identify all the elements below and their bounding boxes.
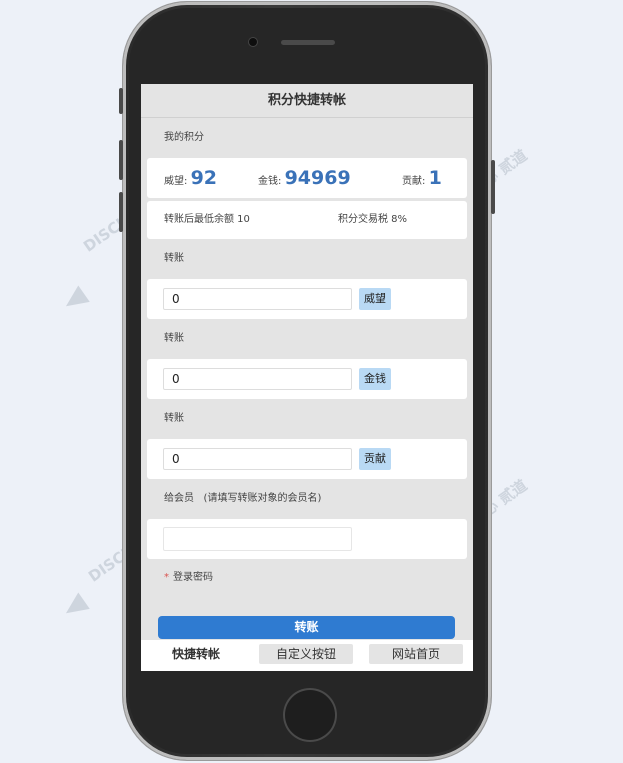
- transfer-row-money: 0 金钱: [147, 359, 467, 399]
- mute-switch: [119, 88, 123, 114]
- money-unit-button[interactable]: 金钱: [359, 368, 391, 390]
- power-button: [491, 160, 495, 214]
- page-title: 积分快捷转帐: [141, 84, 473, 118]
- contribution-amount-input[interactable]: 0: [163, 448, 352, 470]
- transfer-row-prestige: 0 威望: [147, 279, 467, 319]
- member-name-input[interactable]: [163, 527, 352, 551]
- transfer-label: 转账: [141, 239, 473, 279]
- money-value: 94969: [284, 167, 351, 189]
- watermark-logo-icon: [60, 592, 90, 622]
- watermark-logo-icon: [60, 285, 90, 315]
- bottom-tabbar: 快捷转帐 自定义按钮 网站首页: [141, 640, 473, 671]
- transfer-submit-button[interactable]: 转账: [158, 616, 455, 639]
- prestige-amount-input[interactable]: 0: [163, 288, 352, 310]
- home-button[interactable]: [283, 688, 337, 742]
- speaker-grille: [281, 40, 335, 45]
- volume-down-button: [119, 192, 123, 232]
- prestige-unit-button[interactable]: 威望: [359, 288, 391, 310]
- member-hint: (请填写转账对象的会员名): [203, 493, 322, 504]
- transfer-label: 转账: [141, 319, 473, 359]
- app-screen: 积分快捷转帐 我的积分 威望: 92 金钱: 94969 贡献: 1 转账后最低…: [141, 84, 473, 671]
- contribution-value: 1: [428, 167, 442, 189]
- prestige-value: 92: [190, 167, 218, 189]
- volume-up-button: [119, 140, 123, 180]
- required-mark: *: [164, 572, 169, 583]
- tab-custom-button[interactable]: 自定义按钮: [259, 644, 353, 664]
- points-prestige: 威望: 92: [164, 167, 218, 189]
- transfer-rules: 转账后最低余额 10 积分交易税 8%: [147, 201, 467, 239]
- money-amount-input[interactable]: 0: [163, 368, 352, 390]
- front-camera-icon: [249, 38, 257, 46]
- tab-quick-transfer[interactable]: 快捷转帐: [149, 644, 243, 664]
- member-label: 给会员 (请填写转账对象的会员名): [141, 479, 473, 519]
- points-money: 金钱: 94969: [258, 167, 351, 189]
- points-contribution: 贡献: 1: [402, 167, 442, 189]
- tax-text: 积分交易税 8%: [338, 214, 408, 225]
- password-label: * 登录密码: [164, 572, 213, 583]
- transfer-label: 转账: [141, 399, 473, 439]
- member-row: [147, 519, 467, 559]
- contribution-unit-button[interactable]: 贡献: [359, 448, 391, 470]
- points-summary: 威望: 92 金钱: 94969 贡献: 1: [147, 158, 467, 198]
- min-balance-text: 转账后最低余额 10: [164, 214, 250, 225]
- transfer-row-contribution: 0 贡献: [147, 439, 467, 479]
- tab-site-home[interactable]: 网站首页: [369, 644, 463, 664]
- my-points-label: 我的积分: [141, 118, 473, 158]
